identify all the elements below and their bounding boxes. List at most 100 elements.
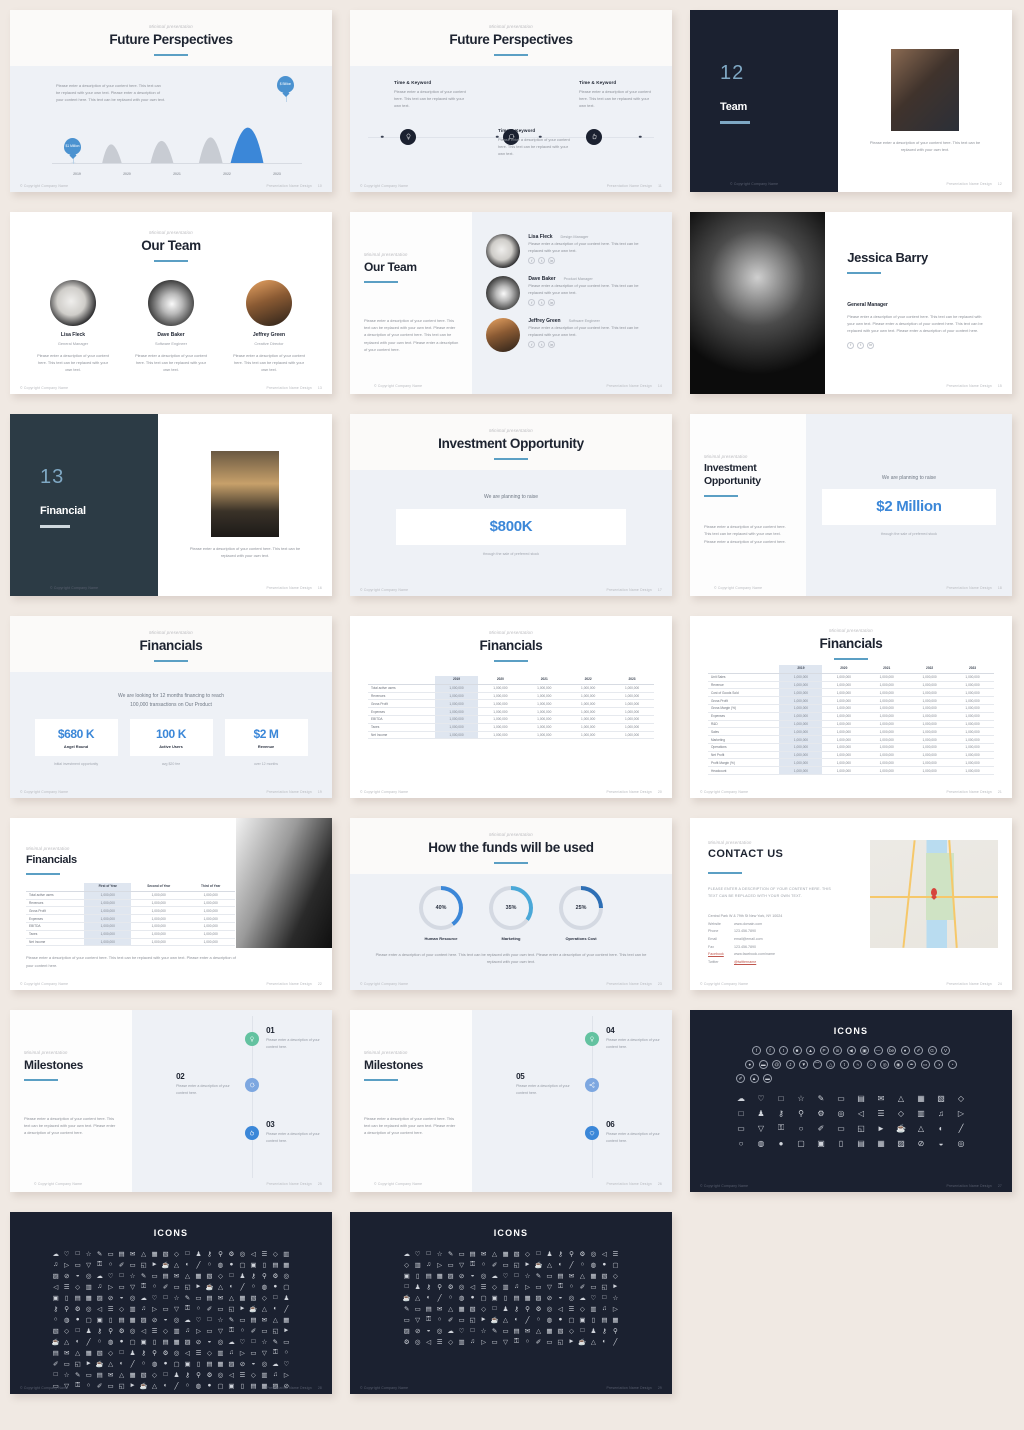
glyph-icon[interactable]: ▥ <box>458 1338 466 1346</box>
glyph-icon[interactable]: □ <box>52 1371 60 1379</box>
list-item[interactable]: Lisa Fleck Design Manager Please enter a… <box>486 234 648 268</box>
glyph-icon[interactable]: ♫ <box>601 1305 609 1313</box>
glyph-icon[interactable]: ▤ <box>425 1305 433 1313</box>
glyph-icon[interactable]: V <box>941 1046 950 1055</box>
slide-future-perspectives-timeline[interactable]: Minimal presentation Future Perspectives <box>350 10 672 192</box>
kpi-card[interactable]: 100 K Active Users <box>129 719 213 756</box>
glyph-icon[interactable]: ▲ <box>749 1074 759 1083</box>
glyph-icon[interactable]: ◎ <box>239 1250 247 1258</box>
glyph-icon[interactable]: ▯ <box>836 1138 846 1148</box>
glyph-icon[interactable]: ▤ <box>272 1261 280 1269</box>
glyph-icon[interactable]: ♟ <box>756 1108 766 1118</box>
glyph-icon[interactable]: △ <box>140 1250 148 1258</box>
glyph-icon[interactable]: ◇ <box>118 1305 126 1313</box>
glyph-icon[interactable]: ► <box>524 1261 532 1269</box>
glyph-icon[interactable]: ◎ <box>217 1338 225 1346</box>
glyph-icon[interactable]: ▣ <box>491 1294 499 1302</box>
glyph-icon[interactable]: ▨ <box>403 1327 411 1335</box>
glyph-icon[interactable]: G <box>927 1046 937 1055</box>
glyph-icon[interactable]: □ <box>206 1316 214 1324</box>
glyph-icon[interactable]: ▭ <box>217 1305 225 1313</box>
glyph-icon[interactable]: ☰ <box>195 1349 203 1357</box>
glyph-icon[interactable]: ▭ <box>736 1123 746 1133</box>
glyph-icon[interactable]: ▭ <box>403 1316 411 1324</box>
glyph-icon[interactable]: ⊘ <box>414 1327 422 1335</box>
glyph-icon[interactable]: ◁ <box>425 1338 433 1346</box>
glyph-icon[interactable]: ◇ <box>63 1327 71 1335</box>
glyph-icon[interactable]: ► <box>612 1283 620 1291</box>
glyph-icon[interactable]: ▢ <box>568 1316 576 1324</box>
glyph-icon[interactable]: ◱ <box>140 1261 148 1269</box>
glyph-icon[interactable]: ╱ <box>956 1123 966 1133</box>
glyph-icon[interactable]: ▷ <box>612 1305 620 1313</box>
glyph-icon[interactable]: ○ <box>866 1060 876 1069</box>
slide-our-team-three-up[interactable]: Minimal presentation Our Team Lisa Fleck… <box>10 212 332 394</box>
glyph-icon[interactable]: ▢ <box>283 1283 291 1291</box>
glyph-icon[interactable]: ✎ <box>140 1272 148 1280</box>
glyph-icon[interactable]: ♟ <box>546 1250 554 1258</box>
glyph-icon[interactable]: ▦ <box>173 1338 181 1346</box>
glyph-icon[interactable]: ◍ <box>756 1138 766 1148</box>
glyph-icon[interactable]: □ <box>403 1283 411 1291</box>
glyph-icon[interactable]: ◁ <box>469 1283 477 1291</box>
glyph-icon[interactable]: ☆ <box>612 1294 620 1302</box>
glyph-icon[interactable]: ✉ <box>129 1250 137 1258</box>
glyph-icon[interactable]: ▢ <box>173 1360 181 1368</box>
glyph-icon[interactable]: ○ <box>239 1327 247 1335</box>
glyph-icon[interactable]: ⊘ <box>63 1272 71 1280</box>
glyph-icon[interactable]: ✎ <box>184 1294 192 1302</box>
glyph-icon[interactable]: △ <box>272 1316 280 1324</box>
glyph-icon[interactable]: ⚙ <box>447 1283 455 1291</box>
glyph-icon[interactable]: ● <box>162 1360 170 1368</box>
glyph-icon[interactable]: ⚿ <box>425 1316 433 1324</box>
glyph-icon[interactable]: ☆ <box>436 1250 444 1258</box>
glyph-icon[interactable]: ◒ <box>936 1138 946 1148</box>
glyph-icon[interactable]: ▢ <box>85 1316 93 1324</box>
glyph-icon[interactable]: ▨ <box>140 1316 148 1324</box>
glyph-icon[interactable]: ▤ <box>513 1294 521 1302</box>
glyph-icon[interactable]: ▷ <box>283 1371 291 1379</box>
team-member[interactable]: Jeffrey Green Creative Director Please e… <box>233 280 305 373</box>
slide-icons-social[interactable]: ICONS f f t ■ ▲ Pin ◀ ▣ — be ● ✐ G V ● ▬ @ J ▼ ⌒ △ t ≈ ○ ◎ ◉ ✒ ▭ ◑ ◔… <box>690 1010 1012 1192</box>
glyph-icon[interactable]: ▽ <box>546 1283 554 1291</box>
glyph-icon[interactable]: □ <box>118 1349 126 1357</box>
glyph-icon[interactable]: ⚷ <box>140 1349 148 1357</box>
glyph-icon[interactable]: ▦ <box>85 1294 93 1302</box>
glyph-icon[interactable]: △ <box>261 1305 269 1313</box>
glyph-icon[interactable]: ☕ <box>896 1123 906 1133</box>
glyph-icon[interactable]: ▯ <box>107 1316 115 1324</box>
glyph-icon[interactable]: ◇ <box>162 1327 170 1335</box>
glyph-icon[interactable]: ♡ <box>63 1250 71 1258</box>
glyph-icon[interactable]: ▷ <box>195 1327 203 1335</box>
linkedin-icon[interactable]: in <box>548 341 556 349</box>
glyph-icon[interactable]: △ <box>63 1338 71 1346</box>
glyph-icon[interactable]: ✒ <box>907 1060 917 1069</box>
glyph-icon[interactable]: be <box>887 1046 896 1055</box>
glyph-icon[interactable]: ⊘ <box>107 1294 115 1302</box>
glyph-icon[interactable]: ◁ <box>96 1305 104 1313</box>
glyph-icon[interactable]: ► <box>195 1283 203 1291</box>
glyph-icon[interactable]: ◱ <box>557 1338 565 1346</box>
glyph-icon[interactable]: ☰ <box>239 1371 247 1379</box>
glyph-icon[interactable]: ◐ <box>425 1294 433 1302</box>
glyph-icon[interactable]: ● <box>272 1283 280 1291</box>
donut-item[interactable]: 35% Marketing <box>489 886 533 941</box>
glyph-icon[interactable]: ♫ <box>425 1261 433 1269</box>
glyph-icon[interactable]: ● <box>118 1338 126 1346</box>
glyph-icon[interactable]: ☁ <box>272 1360 280 1368</box>
glyph-icon[interactable]: ✎ <box>816 1093 826 1103</box>
glyph-icon[interactable]: ◎ <box>480 1272 488 1280</box>
glyph-icon[interactable]: ▤ <box>250 1316 258 1324</box>
glyph-icon[interactable]: ▬ <box>758 1060 768 1069</box>
glyph-icon[interactable]: ◇ <box>250 1371 258 1379</box>
glyph-icon[interactable]: ▣ <box>860 1046 869 1055</box>
glyph-icon[interactable]: ☆ <box>173 1294 181 1302</box>
glyph-icon[interactable]: ◎ <box>283 1272 291 1280</box>
glyph-icon[interactable]: ╱ <box>436 1294 444 1302</box>
glyph-icon[interactable]: ⚷ <box>776 1108 786 1118</box>
glyph-icon[interactable]: ▭ <box>491 1338 499 1346</box>
glyph-icon[interactable]: ▢ <box>612 1261 620 1269</box>
glyph-icon[interactable]: ► <box>283 1327 291 1335</box>
glyph-icon[interactable]: □ <box>535 1250 543 1258</box>
glyph-icon[interactable]: ● <box>469 1294 477 1302</box>
